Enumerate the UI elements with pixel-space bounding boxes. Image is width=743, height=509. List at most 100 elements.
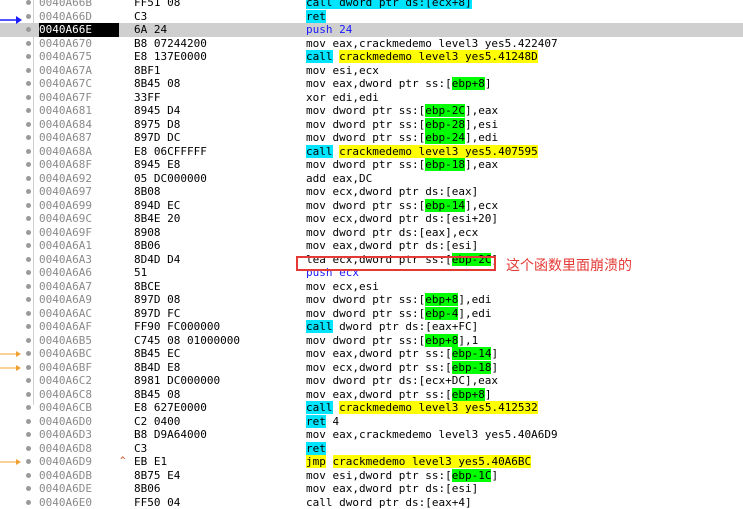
address-cell: 0040A6A3 [39, 253, 119, 267]
breakpoint-dot-icon[interactable] [26, 500, 31, 505]
disasm-row[interactable]: 0040A6A78BCEmov ecx,esi [0, 280, 743, 294]
disasm-row[interactable]: 0040A69C8B4E 20mov ecx,dword ptr ds:[esi… [0, 212, 743, 226]
breakpoint-dot-icon[interactable] [26, 297, 31, 302]
breakpoint-dot-icon[interactable] [26, 365, 31, 370]
instruction-cell: mov dword ptr ss:[ebp+8],1 [306, 334, 478, 348]
disasm-row[interactable]: 0040A6D9^EB E1jmp crackmedemo level3 yes… [0, 455, 743, 469]
disasm-row[interactable]: 0040A6C28981 DC000000mov dword ptr ds:[e… [0, 374, 743, 388]
disasm-row[interactable]: 0040A6D8C3ret [0, 442, 743, 456]
disasm-row[interactable]: 0040A6BF8B4D E8mov ecx,dword ptr ss:[ebp… [0, 361, 743, 375]
breakpoint-dot-icon[interactable] [26, 446, 31, 451]
breakpoint-dot-icon[interactable] [26, 95, 31, 100]
address-cell: 0040A68A [39, 145, 119, 159]
disasm-row[interactable]: 0040A6AC897D FCmov dword ptr ss:[ebp-4],… [0, 307, 743, 321]
disasm-row[interactable]: 0040A6818945 D4mov dword ptr ss:[ebp-2C]… [0, 104, 743, 118]
opcode-bytes-cell: FF90 FC000000 [134, 320, 220, 334]
breakpoint-dot-icon[interactable] [26, 216, 31, 221]
breakpoint-dot-icon[interactable] [26, 257, 31, 262]
breakpoint-dot-icon[interactable] [26, 41, 31, 46]
address-cell: 0040A6D8 [39, 442, 119, 456]
disasm-row[interactable]: 0040A6978B08mov ecx,dword ptr ds:[eax] [0, 185, 743, 199]
instruction-token: mov eax,crackmedemo level3 yes5.422407 [306, 37, 558, 50]
disasm-row[interactable]: 0040A687897D DCmov dword ptr ss:[ebp-24]… [0, 131, 743, 145]
breakpoint-dot-icon[interactable] [26, 338, 31, 343]
disasm-row[interactable]: 0040A67F33FFxor edi,edi [0, 91, 743, 105]
disasm-row[interactable]: 0040A6BC8B45 ECmov eax,dword ptr ss:[ebp… [0, 347, 743, 361]
disasm-row[interactable]: 0040A66BFF51 08call dword ptr ds:[ecx+8] [0, 0, 743, 10]
disasm-row[interactable]: 0040A6C88B45 08mov eax,dword ptr ss:[ebp… [0, 388, 743, 402]
disasm-row[interactable]: 0040A68AE8 06CFFFFFcall crackmedemo leve… [0, 145, 743, 159]
breakpoint-dot-icon[interactable] [26, 149, 31, 154]
jump-arrow-icon [0, 350, 22, 358]
breakpoint-dot-icon[interactable] [26, 230, 31, 235]
breakpoint-dot-icon[interactable] [26, 176, 31, 181]
disasm-row[interactable]: 0040A6AFFF90 FC000000call dword ptr ds:[… [0, 320, 743, 334]
instruction-token: ebp-18 [452, 361, 492, 374]
breakpoint-dot-icon[interactable] [26, 392, 31, 397]
breakpoint-dot-icon[interactable] [26, 459, 31, 464]
breakpoint-dot-icon[interactable] [26, 486, 31, 491]
instruction-token: ebp+8 [425, 293, 458, 306]
breakpoint-dot-icon[interactable] [26, 378, 31, 383]
instruction-cell: mov eax,dword ptr ss:[ebp+8] [306, 388, 491, 402]
opcode-bytes-cell: 894D EC [134, 199, 180, 213]
disasm-row[interactable]: 0040A6848975 D8mov dword ptr ss:[ebp-28]… [0, 118, 743, 132]
breakpoint-dot-icon[interactable] [26, 108, 31, 113]
disasm-row[interactable]: 0040A670B8 07244200mov eax,crackmedemo l… [0, 37, 743, 51]
breakpoint-dot-icon[interactable] [26, 243, 31, 248]
disasm-row[interactable]: 0040A69205 DC000000add eax,DC [0, 172, 743, 186]
breakpoint-dot-icon[interactable] [26, 432, 31, 437]
breakpoint-dot-icon[interactable] [26, 419, 31, 424]
disasm-row[interactable]: 0040A6D0C2 0400ret 4 [0, 415, 743, 429]
opcode-bytes-cell: C3 [134, 10, 147, 24]
disasm-row[interactable]: 0040A69F8908mov dword ptr ds:[eax],ecx [0, 226, 743, 240]
opcode-bytes-cell: FF51 08 [134, 0, 180, 10]
breakpoint-dot-icon[interactable] [26, 68, 31, 73]
disasm-row[interactable]: 0040A68F8945 E8mov dword ptr ss:[ebp-18]… [0, 158, 743, 172]
breakpoint-dot-icon[interactable] [26, 14, 31, 19]
breakpoint-dot-icon[interactable] [26, 351, 31, 356]
breakpoint-dot-icon[interactable] [26, 81, 31, 86]
instruction-cell: mov ecx,dword ptr ss:[ebp-18] [306, 361, 498, 375]
instruction-cell: ret 4 [306, 415, 339, 429]
breakpoint-dot-icon[interactable] [26, 311, 31, 316]
opcode-bytes-cell: 8B08 [134, 185, 161, 199]
breakpoint-dot-icon[interactable] [26, 203, 31, 208]
instruction-token: ebp-2C [425, 104, 465, 117]
disasm-row[interactable]: 0040A675E8 137E0000call crackmedemo leve… [0, 50, 743, 64]
disasm-row[interactable]: 0040A6CBE8 627E0000call crackmedemo leve… [0, 401, 743, 415]
breakpoint-dot-icon[interactable] [26, 405, 31, 410]
disasm-row[interactable]: 0040A66DC3ret [0, 10, 743, 24]
disasm-row[interactable]: 0040A67A8BF1mov esi,ecx [0, 64, 743, 78]
disasm-row[interactable]: 0040A6DB8B75 E4mov esi,dword ptr ss:[ebp… [0, 469, 743, 483]
disasm-row[interactable]: 0040A66E6A 24push 24 [0, 23, 743, 37]
breakpoint-dot-icon[interactable] [26, 324, 31, 329]
opcode-bytes-cell: 8908 [134, 226, 161, 240]
disasm-row[interactable]: 0040A699894D ECmov dword ptr ss:[ebp-14]… [0, 199, 743, 213]
breakpoint-dot-icon[interactable] [26, 27, 31, 32]
instruction-token: mov eax,crackmedemo level3 yes5.40A6D9 [306, 428, 558, 441]
breakpoint-dot-icon[interactable] [26, 162, 31, 167]
breakpoint-dot-icon[interactable] [26, 0, 31, 5]
address-cell: 0040A69F [39, 226, 119, 240]
breakpoint-dot-icon[interactable] [26, 473, 31, 478]
breakpoint-dot-icon[interactable] [26, 189, 31, 194]
breakpoint-dot-icon[interactable] [26, 284, 31, 289]
opcode-bytes-cell: B8 D9A64000 [134, 428, 207, 442]
breakpoint-dot-icon[interactable] [26, 135, 31, 140]
instruction-token: ] [485, 77, 492, 90]
jump-arrow-icon [0, 458, 22, 466]
disasm-row[interactable]: 0040A67C8B45 08mov eax,dword ptr ss:[ebp… [0, 77, 743, 91]
instruction-token: mov dword ptr ss:[ [306, 158, 425, 171]
breakpoint-dot-icon[interactable] [26, 270, 31, 275]
disasm-row[interactable]: 0040A6B5C745 08 01000000mov dword ptr ss… [0, 334, 743, 348]
disasm-row[interactable]: 0040A6E0FF50 04call dword ptr ds:[eax+4] [0, 496, 743, 509]
disasm-row[interactable]: 0040A6D3B8 D9A64000mov eax,crackmedemo l… [0, 428, 743, 442]
breakpoint-dot-icon[interactable] [26, 54, 31, 59]
instruction-token: push 24 [306, 23, 352, 36]
opcode-bytes-cell: 8D4D D4 [134, 253, 180, 267]
disasm-row[interactable]: 0040A6A18B06mov eax,dword ptr ds:[esi] [0, 239, 743, 253]
disasm-row[interactable]: 0040A6A9897D 08mov dword ptr ss:[ebp+8],… [0, 293, 743, 307]
disasm-row[interactable]: 0040A6DE8B06mov eax,dword ptr ds:[esi] [0, 482, 743, 496]
breakpoint-dot-icon[interactable] [26, 122, 31, 127]
